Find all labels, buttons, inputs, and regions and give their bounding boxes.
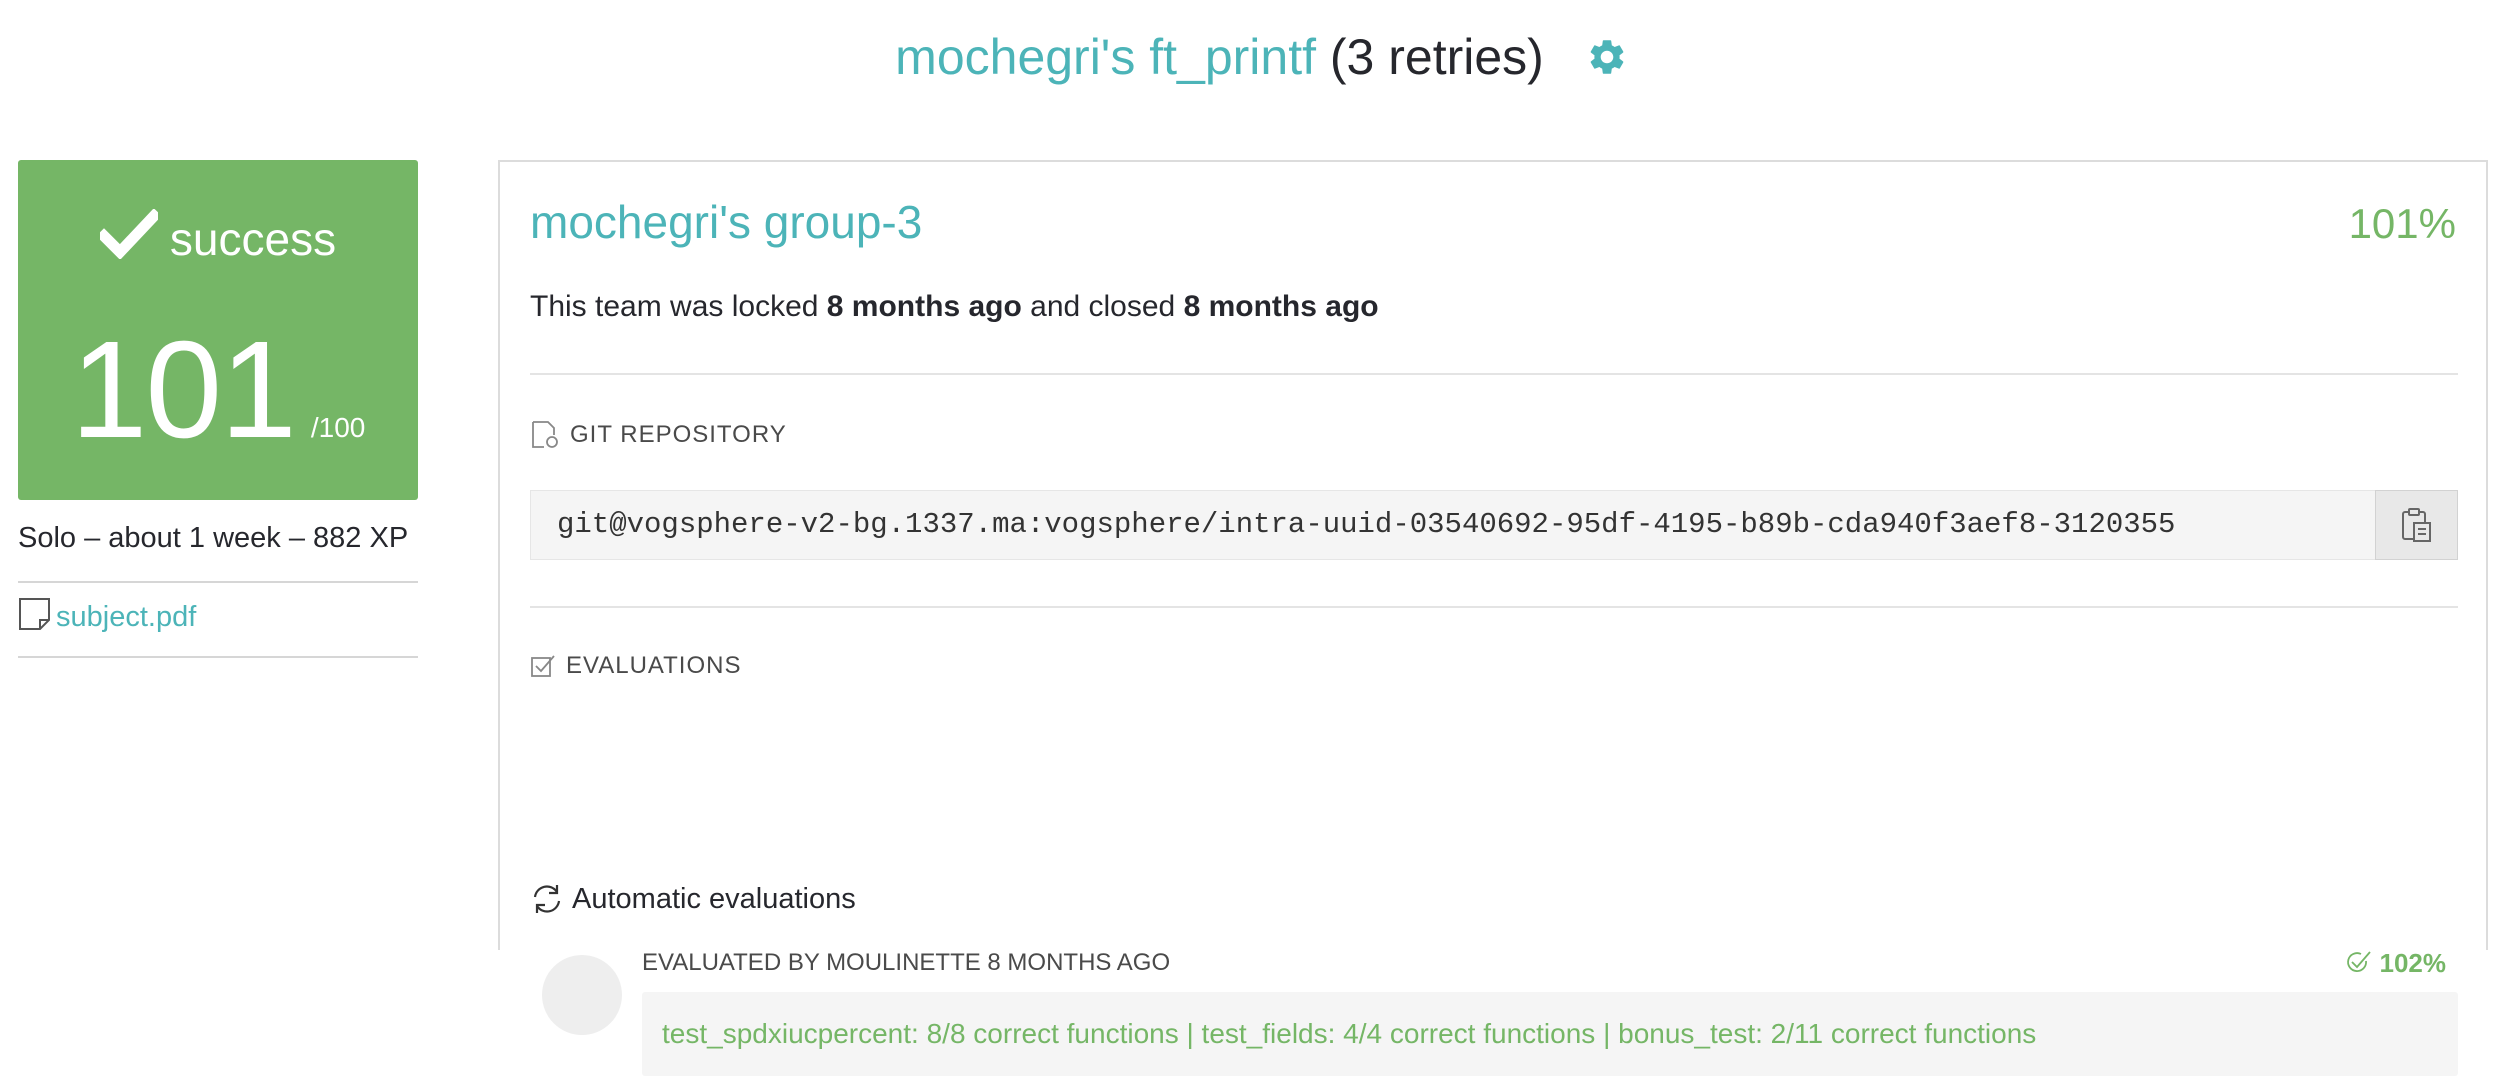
page-header: mochegri's ft_printf (3 retries): [0, 22, 2497, 92]
repo-url[interactable]: git@vogsphere-v2-bg.1337.ma:vogsphere/in…: [530, 490, 2375, 560]
status-label: success: [169, 213, 337, 265]
final-score: 101: [70, 313, 297, 467]
status-prefix: This team was locked: [530, 290, 827, 323]
locked-time: 8 months ago: [826, 290, 1022, 323]
evaluations-label: EVALUATIONS: [566, 652, 742, 679]
status-middle: and closed: [1021, 290, 1184, 323]
divider: [530, 373, 2458, 375]
evaluation-score-value: 102%: [2379, 948, 2447, 978]
clipboard-icon: [2401, 508, 2431, 542]
evaluations-heading: EVALUATIONS: [530, 652, 741, 680]
checkbox-icon: [531, 655, 555, 677]
divider: [530, 606, 2458, 608]
max-score: /100: [310, 412, 366, 443]
copy-repo-button[interactable]: [2375, 490, 2458, 560]
project-link[interactable]: mochegri's ft_printf: [895, 29, 1316, 85]
git-repository-heading: GIT REPOSITORY: [530, 420, 787, 450]
evaluator-avatar: [542, 955, 622, 1035]
refresh-icon: [533, 885, 561, 913]
project-summary: Solo – about 1 week – 882 XP: [18, 522, 418, 583]
retries-count: (3 retries): [1329, 29, 1544, 85]
document-icon: [19, 597, 50, 630]
page-title: mochegri's ft_printf (3 retries): [895, 22, 1544, 92]
project-sidebar: success 101 /100 Solo – about 1 week – 8…: [18, 160, 418, 658]
git-repository-label: GIT REPOSITORY: [570, 421, 787, 448]
team-status: This team was locked 8 months ago and cl…: [530, 287, 1379, 327]
score-row: 101 /100: [18, 310, 418, 470]
evaluation-score: 102%: [2344, 945, 2447, 981]
git-repo-icon: [532, 421, 558, 448]
team-panel: mochegri's group-3 101% This team was lo…: [498, 160, 2488, 1076]
gear-icon: [1590, 40, 1624, 74]
automatic-evaluations-label: Automatic evaluations: [572, 882, 856, 915]
attachment-row: subject.pdf: [18, 583, 418, 658]
evaluation-result: test_spdxiucpercent: 8/8 correct functio…: [642, 992, 2458, 1076]
settings-button[interactable]: [1582, 32, 1632, 82]
check-circle-icon: [2346, 951, 2371, 972]
repo-url-box: git@vogsphere-v2-bg.1337.ma:vogsphere/in…: [530, 490, 2458, 560]
evaluator-line: EVALUATED BY MOULINETTE 8 MONTHS AGO: [642, 949, 1171, 976]
closed-time: 8 months ago: [1183, 290, 1379, 323]
team-final-percent: 101%: [2348, 200, 2456, 247]
status-label-row: success: [18, 209, 418, 266]
status-card: success 101 /100: [18, 160, 418, 500]
team-name[interactable]: mochegri's group-3: [530, 192, 922, 252]
subject-pdf-link[interactable]: subject.pdf: [56, 601, 196, 634]
automatic-evaluations-heading: Automatic evaluations: [530, 882, 856, 916]
checkmark-icon: [99, 209, 158, 259]
